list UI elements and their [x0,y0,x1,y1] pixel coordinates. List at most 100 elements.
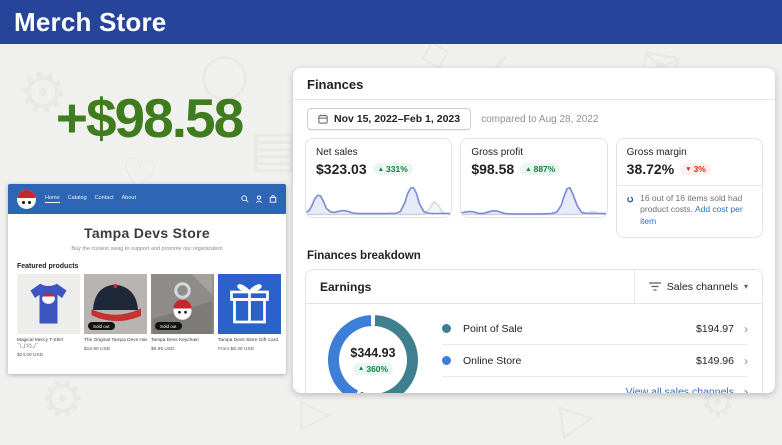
point-of-sale-label: Point of Sale [463,323,523,335]
earnings-total: $344.93 [350,346,395,360]
featured-products-grid: Magical Mercy T-Shirt ¯\_(ツ)_/¯ $24.00 U… [8,274,286,358]
gear-doodle-icon: ⚙ [32,364,93,433]
store-subtitle: Buy the coolest swag to support and prom… [8,246,286,252]
store-hero: Tampa Devs Store Buy the coolest swag to… [8,214,286,252]
store-screenshot: Home Catalog Contact About Tampa Devs St… [8,184,286,374]
view-all-channels-link[interactable]: View all sales channels [626,386,734,393]
donut-center: $344.93 ▲ 360% [328,315,418,393]
store-navbar: Home Catalog Contact About [8,184,286,214]
sold-out-badge: Sold out [155,322,182,330]
net-sales-sparkline [306,179,451,217]
product-title: Magical Mercy T-Shirt ¯\_(ツ)_/¯ [17,338,80,350]
arrow-down-icon: ▼ [685,166,691,173]
gross-margin-delta: 3% [694,164,706,174]
chevron-right-icon: › [744,323,748,335]
product-costs-note: 16 out of 16 items sold had product cost… [617,186,762,227]
point-of-sale-dot [442,324,451,333]
earnings-legend: Point of Sale $194.97 › Online Store $14… [442,313,748,393]
online-store-dot [442,356,451,365]
product-image-giftcard [218,274,281,334]
store-nav-catalog[interactable]: Catalog [68,195,87,203]
store-nav-home[interactable]: Home [45,195,60,203]
gross-margin-label: Gross margin [627,147,752,158]
triangle-doodle-icon: ▷ [557,390,598,445]
store-nav-icons [241,195,277,203]
arrow-up-icon: ▲ [525,166,531,173]
finances-breakdown-title: Finances breakdown [307,250,761,262]
product-image-hat: Sold out [84,274,147,334]
caret-down-icon: ▾ [744,282,748,291]
product-image-tshirt [17,274,80,334]
legend-row-point-of-sale[interactable]: Point of Sale $194.97 › [442,313,748,345]
gross-margin-card: Gross margin 38.72% ▼ 3% 16 out of 16 it… [616,138,763,238]
net-sales-card: Net sales $323.03 ▲ 331% [305,138,452,218]
product-card-giftcard[interactable]: Tampa Devs Store Gift Card From $8.30 US… [218,274,281,358]
sales-channels-dropdown[interactable]: Sales channels ▾ [634,270,762,303]
page-title: Merch Store [0,0,782,44]
search-icon[interactable] [241,195,249,203]
sales-channels-label: Sales channels [667,281,738,293]
cart-icon[interactable] [269,195,277,203]
view-all-channels-row[interactable]: View all sales channels › [442,377,748,393]
net-sales-delta: 331% [386,164,408,174]
net-sales-value: $323.03 [316,161,367,177]
product-title: The Original Tampa Devs Hat [84,338,147,344]
gross-profit-label: Gross profit [471,147,596,158]
store-nav-contact[interactable]: Contact [95,195,114,203]
product-title: Tampa Devs Keychain [151,338,214,344]
date-range-button[interactable]: Nov 15, 2022–Feb 1, 2023 [307,108,471,130]
gross-profit-card: Gross profit $98.58 ▲ 887% [460,138,607,218]
gross-profit-value: $98.58 [471,161,514,177]
online-store-value: $149.96 [696,355,734,367]
arrow-up-icon: ▲ [358,365,364,372]
store-logo[interactable] [17,190,36,209]
net-sales-delta-badge: ▲ 331% [373,163,413,175]
point-of-sale-value: $194.97 [696,323,734,335]
chevron-right-icon: › [744,355,748,367]
arrow-up-icon: ▲ [378,166,384,173]
triangle-doodle-icon: ▷ [300,390,331,436]
product-card-keychain[interactable]: Sold out Tampa Devs Keychain $8.99 USD [151,274,214,358]
date-filter-row: Nov 15, 2022–Feb 1, 2023 compared to Aug… [293,100,775,136]
logo-eye [28,201,31,204]
earnings-card: Earnings Sales channels ▾ $344.93 ▲ 36 [305,269,763,393]
featured-products-label: Featured products [17,263,286,270]
product-price: $18.99 USD [84,347,147,352]
progress-spinner-icon [627,193,633,206]
gross-margin-value: 38.72% [627,161,674,177]
gross-profit-sparkline [461,179,606,217]
product-image-keychain: Sold out [151,274,214,334]
tshirt-graphic [17,274,80,334]
store-nav-about[interactable]: About [122,195,136,203]
earnings-delta: 360% [366,364,388,374]
compare-period-text: compared to Aug 28, 2022 [481,114,598,125]
product-card-hat[interactable]: Sold out The Original Tampa Devs Hat $18… [84,274,147,358]
net-sales-label: Net sales [316,147,441,158]
product-card-tshirt[interactable]: Magical Mercy T-Shirt ¯\_(ツ)_/¯ $24.00 U… [17,274,80,358]
earnings-title: Earnings [306,280,371,294]
finances-panel: Finances Nov 15, 2022–Feb 1, 2023 compar… [293,68,775,393]
metrics-row: Net sales $323.03 ▲ 331% Gross profit $9… [293,136,775,238]
store-title: Tampa Devs Store [8,225,286,241]
chevron-right-icon: › [744,386,748,393]
store-nav-links: Home Catalog Contact About [45,195,136,203]
logo-eye [22,201,25,204]
earnings-header: Earnings Sales channels ▾ [306,270,762,304]
product-title: Tampa Devs Store Gift Card [218,338,281,344]
logo-bandana [17,190,36,199]
product-price: $24.00 USD [17,353,80,358]
earnings-donut-chart: $344.93 ▲ 360% [328,315,418,393]
gross-profit-delta-badge: ▲ 887% [520,163,560,175]
date-range-label: Nov 15, 2022–Feb 1, 2023 [334,113,460,125]
earnings-body: $344.93 ▲ 360% Point of Sale $194.97 › O… [306,304,762,393]
sold-out-badge: Sold out [88,322,115,330]
product-price: From $8.30 USD [218,347,281,352]
legend-row-online-store[interactable]: Online Store $149.96 › [442,345,748,377]
account-icon[interactable] [255,195,263,203]
gross-margin-delta-badge: ▼ 3% [680,163,711,175]
title-bar: Merch Store [0,0,782,44]
calendar-icon [318,114,328,124]
product-price: $8.99 USD [151,347,214,352]
filter-icon [649,282,661,291]
online-store-label: Online Store [463,355,521,367]
